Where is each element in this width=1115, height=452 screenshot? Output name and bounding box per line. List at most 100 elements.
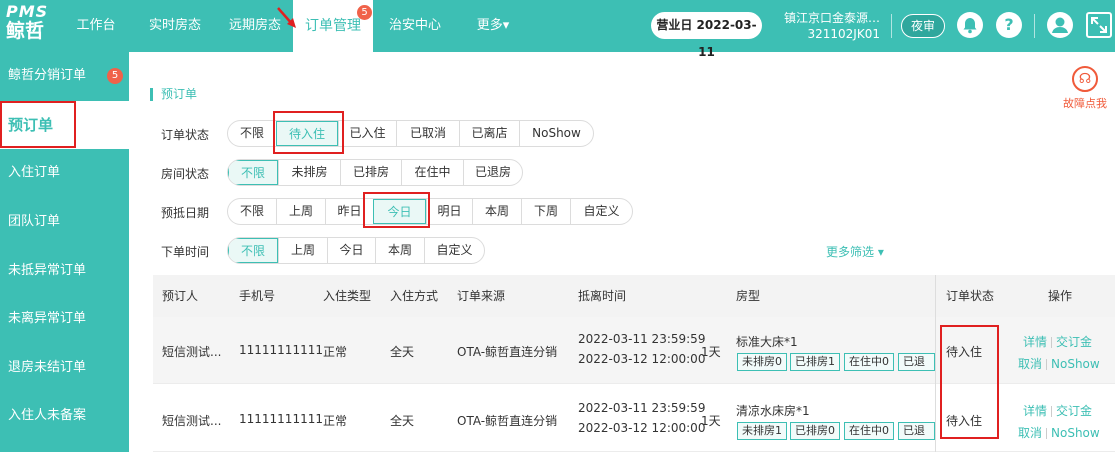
arrival-yesterday[interactable]: 昨日 [325,199,373,224]
nav-more[interactable]: 更多▾ [470,0,516,52]
order-badge: 5 [357,5,372,20]
user-avatar-icon[interactable] [1047,12,1073,38]
room-count-pill: 已排房0 [790,422,840,440]
order-time-last-week[interactable]: 上周 [278,238,327,263]
table-row[interactable]: 短信测试... 11111111111 正常 全天 OTA-鲸哲直连分销 202… [153,317,1115,384]
room-status-checked-out[interactable]: 已退房 [463,160,522,185]
room-type: 标准大床*1 [736,335,798,349]
fixed-column-divider [935,275,936,452]
order-status-pending[interactable]: 待入住 [276,121,338,146]
sidebar-item-no-departure-exceptions[interactable]: 未离异常订单 [0,295,129,343]
phone: 11111111111 [239,343,323,357]
col-room-type: 房型 [736,289,761,303]
order-status-label: 订单状态 [161,128,210,142]
reservation-table: 预订人 手机号 入住类型 入住方式 订单来源 抵离时间 房型 订单状态 操作 短… [153,275,1115,452]
sidebar-item-unsettled-checkouts[interactable]: 退房未结订单 [0,344,129,392]
nights: 1天 [701,414,721,428]
cancel-link[interactable]: 取消 [1018,357,1042,371]
noshow-link[interactable]: NoShow [1051,426,1100,440]
night-audit-button[interactable]: 夜审 [901,14,945,38]
order-status-noshow[interactable]: NoShow [519,121,593,146]
room-count-pill: 未排房0 [737,353,787,371]
top-bar: PMS 鲸哲 工作台 实时房态 远期房态 订单管理 5 治安中心 更多▾ 营业日… [0,0,1115,59]
arrival-tomorrow[interactable]: 明日 [426,199,472,224]
col-checkin-type: 入住类型 [323,289,372,303]
order-status-cancelled[interactable]: 已取消 [396,121,459,146]
order-status: 待入住 [946,345,983,359]
order-time-this-week[interactable]: 本周 [375,238,424,263]
col-actions: 操作 [1048,289,1073,303]
nav-workbench[interactable]: 工作台 [68,0,124,52]
checkin-type: 正常 [323,414,348,428]
order-status-checked-in[interactable]: 已入住 [338,121,396,146]
row-actions-2: 取消 NoShow [1018,355,1100,372]
phone: 11111111111 [239,412,323,426]
guest-name: 短信测试... [162,345,222,359]
nav-realtime-rooms[interactable]: 实时房态 [144,0,206,52]
checkin-mode: 全天 [390,414,415,428]
room-count-pill: 在住中0 [844,422,894,440]
fullscreen-icon[interactable] [1086,12,1112,38]
room-count-pill: 已退房 [898,353,935,371]
order-time-today[interactable]: 今日 [327,238,375,263]
order-time-filter: 不限 上周 今日 本周 自定义 [227,237,485,264]
col-checkin-mode: 入住方式 [390,289,439,303]
arrival-last-week[interactable]: 上周 [276,199,325,224]
arrival-date-filter: 不限 上周 昨日 今日 明日 本周 下周 自定义 [227,198,633,225]
room-status-assigned[interactable]: 已排房 [340,160,401,185]
room-count-pill: 未排房1 [737,422,787,440]
col-order-source: 订单来源 [457,289,506,303]
sidebar: 鲸哲分销订单 5 预订单 入住订单 团队订单 未抵异常订单 未离异常订单 退房未… [0,52,129,452]
fault-report-button[interactable]: ☊ 故障点我 [1060,66,1110,111]
arrival-time: 2022-03-11 23:59:59 [578,332,706,346]
room-type: 清凉水床房*1 [736,404,810,418]
departure-time: 2022-03-12 12:00:00 [578,421,706,435]
deposit-link[interactable]: 交订金 [1056,335,1092,349]
nights: 1天 [701,345,721,359]
room-status-in-house[interactable]: 在住中 [401,160,463,185]
arrival-time: 2022-03-11 23:59:59 [578,401,706,415]
arrival-this-week[interactable]: 本周 [472,199,521,224]
order-status-any[interactable]: 不限 [228,121,276,146]
order-status-departed[interactable]: 已离店 [459,121,519,146]
noshow-link[interactable]: NoShow [1051,357,1100,371]
room-status-unassigned[interactable]: 未排房 [278,160,340,185]
nav-order-management[interactable]: 订单管理 5 [293,0,373,52]
room-status-filter: 不限 未排房 已排房 在住中 已退房 [227,159,523,186]
table-row[interactable]: 短信测试... 11111111111 正常 全天 OTA-鲸哲直连分销 202… [153,385,1115,452]
details-link[interactable]: 详情 [1023,404,1047,418]
arrival-any[interactable]: 不限 [228,199,276,224]
col-stay-dates: 抵离时间 [578,289,627,303]
row-actions: 详情 交订金 [1023,402,1092,419]
help-icon[interactable]: ? [996,12,1022,38]
cancel-link[interactable]: 取消 [1018,426,1042,440]
guest-name: 短信测试... [162,414,222,428]
sidebar-item-reservations[interactable]: 预订单 [0,101,129,149]
checkin-type: 正常 [323,345,348,359]
sidebar-item-checkin-orders[interactable]: 入住订单 [0,149,129,197]
col-phone: 手机号 [239,289,276,303]
sidebar-item-no-arrival-exceptions[interactable]: 未抵异常订单 [0,247,129,295]
arrival-custom[interactable]: 自定义 [570,199,632,224]
arrival-next-week[interactable]: 下周 [521,199,570,224]
headset-icon: ☊ [1072,66,1098,92]
order-time-label: 下单时间 [161,245,210,259]
sidebar-item-group-orders[interactable]: 团队订单 [0,198,129,246]
more-filters-link[interactable]: 更多筛选 ▾ [826,243,884,260]
bell-icon[interactable] [957,12,983,38]
hotel-info[interactable]: 镇江京口金泰源… 321102JK01 [772,10,880,42]
details-link[interactable]: 详情 [1023,335,1047,349]
nav-security-center[interactable]: 治安中心 [384,0,446,52]
order-status-filter: 不限 待入住 已入住 已取消 已离店 NoShow [227,120,594,147]
col-order-status: 订单状态 [946,289,995,303]
order-time-any[interactable]: 不限 [228,238,278,263]
deposit-link[interactable]: 交订金 [1056,404,1092,418]
room-status-any[interactable]: 不限 [228,160,278,185]
order-time-custom[interactable]: 自定义 [424,238,484,263]
arrival-today[interactable]: 今日 [373,199,426,224]
logo: PMS 鲸哲 [6,2,49,42]
order-status: 待入住 [946,414,983,428]
sidebar-item-distribution-orders[interactable]: 鲸哲分销订单 5 [0,52,129,100]
fault-report-label: 故障点我 [1063,97,1107,110]
sidebar-item-unregistered-guests[interactable]: 入住人未备案 [0,392,129,440]
